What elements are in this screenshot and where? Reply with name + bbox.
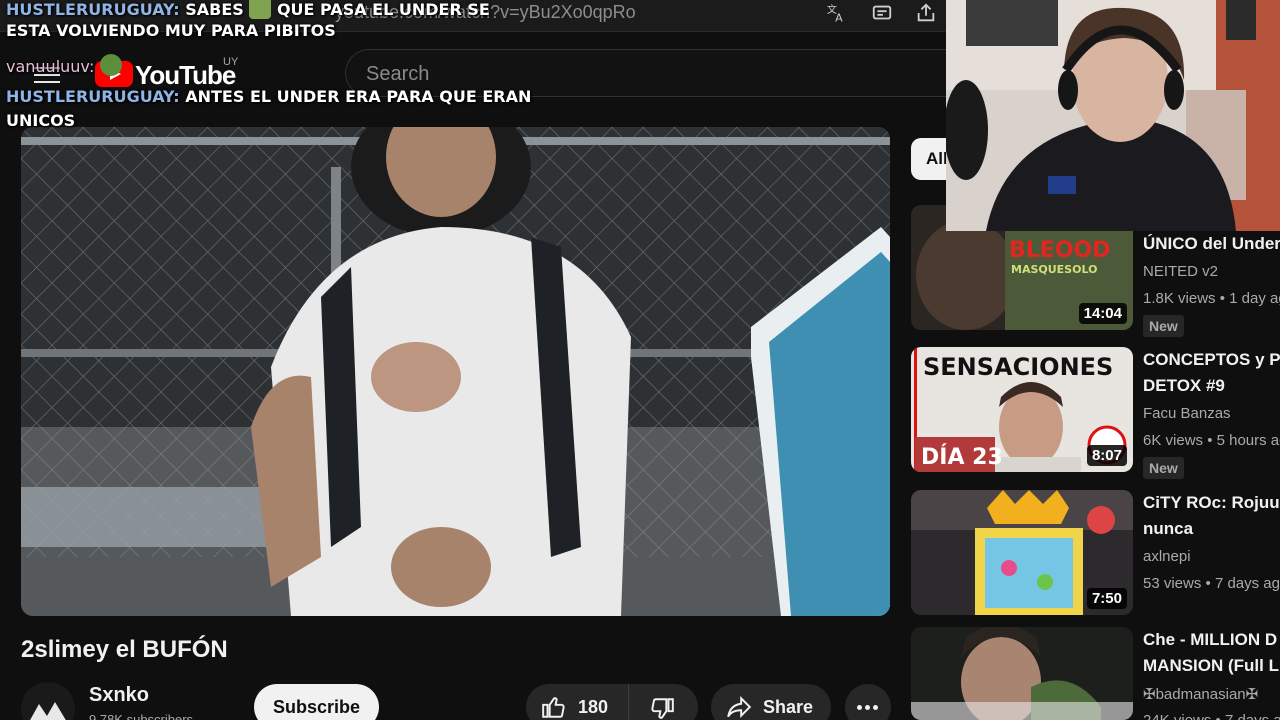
recommended-title[interactable]: CiTY ROc: Rojuu xyxy=(1143,490,1280,516)
share-button[interactable]: Share xyxy=(711,684,831,720)
video-frame xyxy=(21,127,890,616)
subscriber-count: 9.78K subscribers xyxy=(89,712,194,720)
search-input[interactable] xyxy=(366,62,766,86)
chat-username: HUSTLERURUGUAY: xyxy=(6,87,180,106)
chat-text: ANTES EL UNDER ERA PARA QUE ERAN xyxy=(185,87,532,106)
cast-icon[interactable] xyxy=(870,2,894,24)
video-duration: 7:50 xyxy=(1086,588,1127,609)
recommended-channel[interactable]: Facu Banzas xyxy=(1143,405,1231,422)
recommended-video[interactable]: SENSACIONES DÍA 23 8:07 CONCEPTOS y P DE… xyxy=(911,347,1280,479)
webcam-image xyxy=(946,0,1280,231)
thumb-text: BLEOOD xyxy=(1009,238,1110,263)
recommended-title-line2[interactable]: MANSION (Full L xyxy=(1143,653,1280,679)
thumbs-up-icon xyxy=(542,697,565,718)
recommended-title[interactable]: ÚNICO del Under xyxy=(1143,231,1280,257)
recommended-channel[interactable]: NEITED v2 xyxy=(1143,263,1218,280)
chat-message: UNICOS xyxy=(6,110,75,132)
translate-icon[interactable]: 文A xyxy=(825,2,849,24)
new-badge: New xyxy=(1143,457,1184,479)
like-count: 180 xyxy=(578,697,609,717)
chat-username: HUSTLERURUGUAY: xyxy=(6,0,180,19)
recommended-title-line2[interactable]: DETOX #9 xyxy=(1143,373,1280,399)
video-title: 2slimey el BUFÓN xyxy=(21,636,228,663)
recommended-meta: 53 views • 7 days ago xyxy=(1143,575,1280,592)
recommended-channel[interactable]: axlnepi xyxy=(1143,548,1191,565)
thumbs-down-icon xyxy=(651,698,674,719)
thumbnail-image xyxy=(911,627,1133,720)
recommended-meta: 24K views • 7 days ago xyxy=(1143,712,1280,720)
video-thumbnail[interactable]: 7:50 xyxy=(911,490,1133,615)
chat-text: SABES xyxy=(185,0,244,19)
video-player[interactable] xyxy=(21,127,890,616)
like-dislike-group: 180 xyxy=(526,684,698,720)
webcam-overlay xyxy=(946,0,1280,231)
share-arrow-icon xyxy=(727,695,752,719)
chat-username: vanuuluuv: xyxy=(6,57,95,76)
recommended-meta: 1.8K views • 1 day ago xyxy=(1143,290,1280,307)
recommended-title[interactable]: Che - MILLION D xyxy=(1143,627,1280,653)
share-page-icon[interactable] xyxy=(914,2,938,24)
chat-message: vanuuluuv: xyxy=(6,54,122,78)
emote-icon xyxy=(249,0,272,19)
like-button[interactable]: 180 xyxy=(526,684,629,720)
chat-text: QUE PASA EL UNDER SE xyxy=(276,0,490,19)
video-duration: 14:04 xyxy=(1078,303,1127,324)
page: youtube.com/watch?v=yBu2Xo0qpRo 文A YouTu… xyxy=(0,0,1280,720)
channel-avatar[interactable] xyxy=(21,682,75,720)
recommended-video[interactable]: 7:50 CiTY ROc: Rojuu nunca axlnepi 53 vi… xyxy=(911,490,1280,615)
avatar-image xyxy=(30,702,66,720)
recommended-title[interactable]: CONCEPTOS y P xyxy=(1143,347,1280,373)
recommended-channel[interactable]: ✠badmanasian✠ xyxy=(1143,685,1258,703)
svg-text:A: A xyxy=(835,11,843,24)
chat-text: ESTA VOLVIENDO MUY PARA PIBITOS xyxy=(6,21,336,40)
video-duration: 8:07 xyxy=(1086,445,1127,466)
subscribe-button[interactable]: Subscribe xyxy=(254,684,379,720)
dislike-button[interactable] xyxy=(630,684,698,720)
region-label: UY xyxy=(223,56,239,68)
share-label: Share xyxy=(763,697,814,717)
thumb-subtext: MASQUESOLO xyxy=(1011,263,1097,276)
video-thumbnail[interactable] xyxy=(911,627,1133,720)
recommended-title-line2[interactable]: nunca xyxy=(1143,516,1280,542)
chat-message: HUSTLERURUGUAY: ANTES EL UNDER ERA PARA … xyxy=(6,86,531,108)
thumb-subtext: DÍA 23 xyxy=(921,444,1003,470)
video-thumbnail[interactable]: SENSACIONES DÍA 23 8:07 xyxy=(911,347,1133,472)
chat-message: HUSTLERURUGUAY: SABES QUE PASA EL UNDER … xyxy=(6,0,490,21)
thumb-text: SENSACIONES xyxy=(923,353,1113,381)
chat-message: ESTA VOLVIENDO MUY PARA PIBITOS xyxy=(6,20,336,42)
new-badge: New xyxy=(1143,315,1184,337)
emote-icon xyxy=(99,54,122,76)
recommended-video[interactable]: Che - MILLION D MANSION (Full L ✠badmana… xyxy=(911,627,1280,720)
chat-text: UNICOS xyxy=(6,111,76,130)
recommended-meta: 6K views • 5 hours ago xyxy=(1143,432,1280,449)
more-actions-icon[interactable] xyxy=(845,684,891,720)
channel-name[interactable]: Sxnko xyxy=(89,684,149,707)
